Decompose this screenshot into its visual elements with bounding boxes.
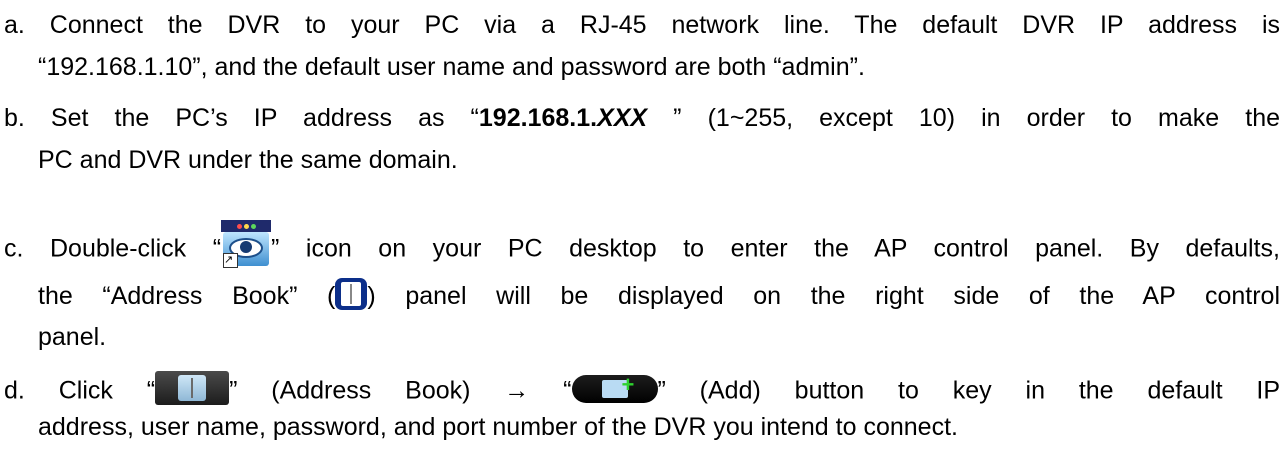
step-b-text-start: b. Set the PC’s IP address as “	[4, 104, 479, 132]
dvr-eye-icon: ↗	[221, 220, 272, 268]
address-book-button-icon	[155, 371, 230, 405]
step-d-line-2: address, user name, password, and port n…	[38, 413, 958, 441]
ip-address-host-part: XXX	[597, 104, 648, 132]
step-d-text-start: d. Click “	[4, 376, 156, 405]
add-button-icon: +	[571, 374, 658, 403]
step-c-text-start: c. Double-click “	[4, 234, 222, 263]
step-b-text-end: ” (1~255, except 10) in order to make th…	[647, 104, 1281, 132]
step-a-line-1: a. Connect the DVR to your PC via a RJ-4…	[4, 11, 1280, 39]
step-b-line-1: b. Set the PC’s IP address as “192.168.1…	[4, 103, 1280, 133]
step-c-line2-end: ) panel will be displayed on the right s…	[367, 282, 1280, 310]
ip-address-prefix: 192.168.1.	[478, 104, 598, 132]
step-d-text-middle: ” (Address Book) → “	[229, 376, 572, 405]
step-c-line-2: the “Address Book” ( ) panel will be disp…	[38, 278, 1280, 313]
step-c-line-3: panel.	[38, 323, 107, 351]
step-c-line2-start: the “Address Book” (	[38, 282, 336, 310]
step-c-text-end: ” icon on your PC desktop to enter the A…	[271, 234, 1280, 263]
address-book-icon	[335, 278, 368, 311]
step-a-line-2: “192.168.1.10”, and the default user nam…	[38, 53, 865, 81]
step-c-line-1: c. Double-click “↗” icon on your PC desk…	[4, 220, 1280, 274]
step-d-line-1: d. Click “ ” (Address Book) → “+” (Add) b…	[4, 371, 1281, 409]
step-b-line-2: PC and DVR under the same domain.	[38, 146, 458, 174]
step-d-text-end: ” (Add) button to key in the default IP	[657, 376, 1281, 405]
